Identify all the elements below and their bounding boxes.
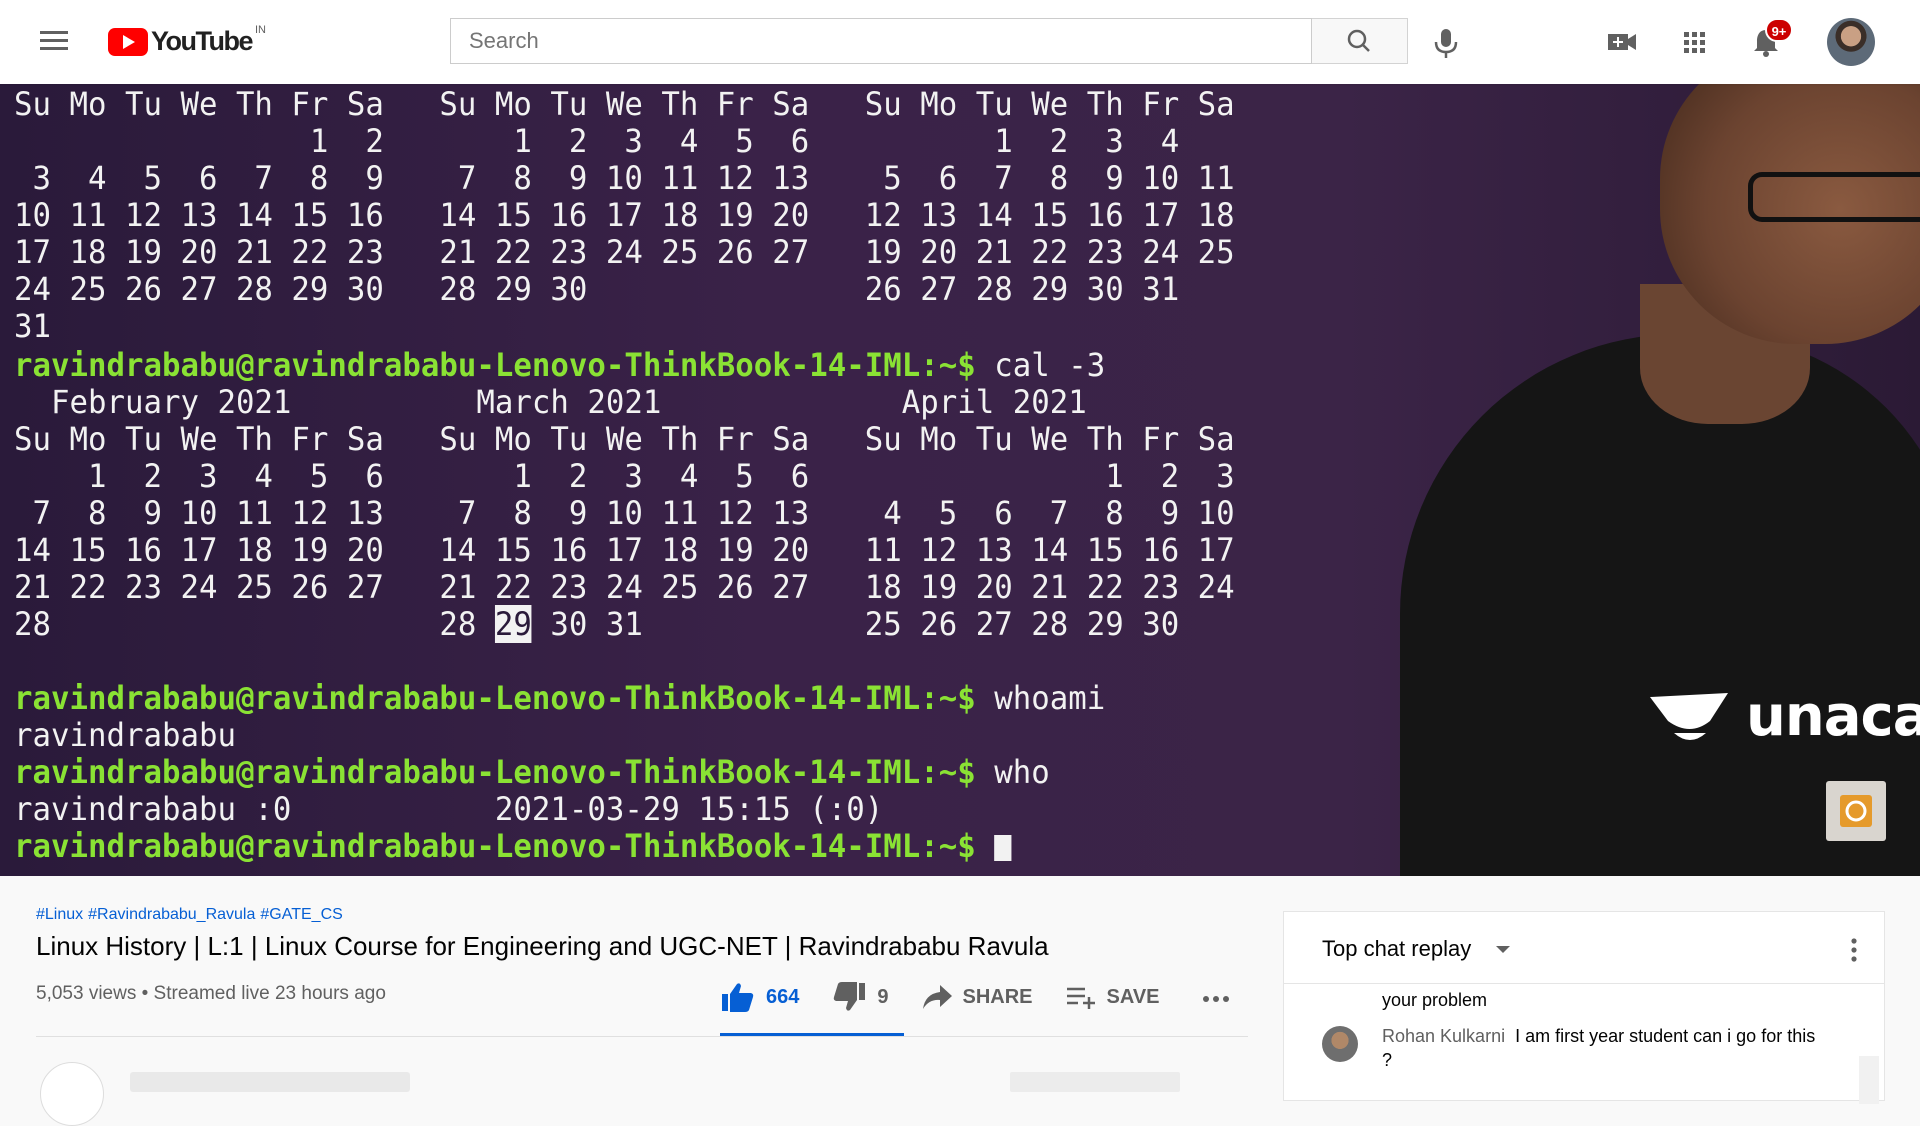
dislike-button[interactable]: 9 bbox=[831, 981, 889, 1013]
terminal-command bbox=[976, 827, 994, 865]
terminal-text: 30 31 25 26 27 28 29 30 bbox=[531, 605, 1180, 643]
chat-author-name[interactable]: Rohan Kulkarni bbox=[1382, 1026, 1505, 1046]
hashtag-link[interactable]: #Ravindrababu_Ravula bbox=[88, 906, 255, 923]
youtube-logo-icon bbox=[108, 27, 148, 56]
terminal-line: 17 18 19 20 21 22 23 21 22 23 24 25 26 2… bbox=[14, 233, 1235, 271]
chat-header: Top chat replay bbox=[1284, 912, 1884, 984]
terminal-line: 24 25 26 27 28 29 30 28 29 30 26 27 28 2… bbox=[14, 270, 1180, 308]
terminal-line: 21 22 23 24 25 26 27 21 22 23 24 25 26 2… bbox=[14, 568, 1235, 606]
terminal-line: Su Mo Tu We Th Fr Sa Su Mo Tu We Th Fr S… bbox=[14, 85, 1235, 123]
apps-icon bbox=[1684, 32, 1705, 53]
create-video-icon bbox=[1608, 34, 1636, 50]
calendar-today: 29 bbox=[494, 605, 532, 643]
watermark-icon bbox=[1840, 795, 1872, 827]
dislike-count: 9 bbox=[877, 985, 889, 1008]
action-bar: 664 9 SHARE SAVE bbox=[720, 972, 1192, 1022]
presenter-glasses bbox=[1748, 172, 1920, 222]
menu-icon[interactable] bbox=[34, 26, 74, 58]
live-chat-replay: Top chat replay your problem Rohan Kulka… bbox=[1283, 911, 1885, 1104]
terminal-text: 28 28 bbox=[14, 605, 495, 643]
subscribe-button[interactable] bbox=[1010, 1072, 1180, 1092]
create-button[interactable] bbox=[1600, 20, 1644, 64]
chat-mode-dropdown[interactable]: Top chat replay bbox=[1322, 936, 1471, 962]
channel-avatar[interactable] bbox=[40, 1062, 104, 1126]
video-player[interactable]: Su Mo Tu We Th Fr Sa Su Mo Tu We Th Fr S… bbox=[0, 84, 1920, 876]
shirt-brand-text: unacad bbox=[1746, 684, 1920, 749]
playlist-add-icon bbox=[1066, 987, 1095, 1009]
terminal-prompt: ravindrababu@ravindrababu-Lenovo-ThinkBo… bbox=[14, 753, 976, 791]
terminal-prompt: ravindrababu@ravindrababu-Lenovo-ThinkBo… bbox=[14, 827, 976, 865]
logo-text: YouTube bbox=[151, 26, 253, 56]
terminal-screen: Su Mo Tu We Th Fr Sa Su Mo Tu We Th Fr S… bbox=[14, 84, 1339, 876]
logo-country: IN bbox=[254, 23, 266, 36]
view-count: 5,053 views • Streamed live 23 hours ago bbox=[36, 983, 386, 1004]
terminal-line: 10 11 12 13 14 15 16 14 15 16 17 18 19 2… bbox=[14, 196, 1235, 234]
mic-icon bbox=[1434, 29, 1458, 58]
apps-button[interactable] bbox=[1672, 20, 1716, 64]
terminal-line: 14 15 16 17 18 19 20 14 15 16 17 18 19 2… bbox=[14, 531, 1235, 569]
terminal-line: ravindrababu@ravindrababu-Lenovo-ThinkBo… bbox=[14, 680, 1105, 717]
channel-name[interactable] bbox=[130, 1072, 410, 1092]
search-icon bbox=[1347, 29, 1370, 52]
youtube-logo[interactable]: YouTube IN bbox=[108, 23, 266, 57]
terminal-line: 1 2 1 2 3 4 5 6 1 2 3 4 bbox=[14, 122, 1180, 160]
save-button[interactable]: SAVE bbox=[1065, 983, 1160, 1011]
terminal-prompt: ravindrababu@ravindrababu-Lenovo-ThinkBo… bbox=[14, 679, 976, 717]
save-label: SAVE bbox=[1106, 985, 1160, 1008]
chat-messages[interactable]: your problem Rohan Kulkarni I am first ye… bbox=[1284, 984, 1884, 1104]
masthead: YouTube IN Search 9+ bbox=[0, 0, 1920, 84]
terminal-line: 28 28 29 30 31 25 26 27 28 29 30 bbox=[14, 605, 1180, 643]
terminal-line: 1 2 3 4 5 6 1 2 3 4 5 6 1 2 3 bbox=[14, 457, 1235, 495]
chat-message-text: Rohan Kulkarni I am first year student ca… bbox=[1382, 1024, 1822, 1072]
terminal-line: ravindrababu@ravindrababu-Lenovo-ThinkBo… bbox=[14, 347, 1105, 384]
terminal-command: whoami bbox=[975, 679, 1106, 717]
terminal-line: ravindrababu@ravindrababu-Lenovo-ThinkBo… bbox=[14, 754, 1050, 791]
terminal-line: ravindrababu :0 2021-03-29 15:15 (:0) bbox=[14, 790, 884, 828]
terminal-line: Su Mo Tu We Th Fr Sa Su Mo Tu We Th Fr S… bbox=[14, 420, 1235, 458]
terminal-line: ravindrababu@ravindrababu-Lenovo-ThinkBo… bbox=[14, 828, 1012, 865]
chat-menu-button[interactable] bbox=[1839, 932, 1869, 968]
more-actions-button[interactable] bbox=[1196, 984, 1236, 1014]
terminal-line: 31 bbox=[14, 307, 51, 345]
terminal-line: 3 4 5 6 7 8 9 7 8 9 10 11 12 13 5 6 7 8 … bbox=[14, 159, 1235, 197]
terminal-line: ravindrababu bbox=[14, 716, 236, 754]
hashtags: #Linux #Ravindrababu_Ravula #GATE_CS bbox=[36, 906, 348, 924]
share-label: SHARE bbox=[962, 985, 1033, 1008]
video-title: Linux History | L:1 | Linux Course for E… bbox=[36, 931, 1049, 961]
terminal-command: cal -3 bbox=[975, 346, 1106, 384]
terminal-line: February 2021 March 2021 April 2021 bbox=[14, 383, 1087, 421]
terminal-cursor bbox=[994, 835, 1012, 861]
hashtag-link[interactable]: #GATE_CS bbox=[260, 906, 342, 923]
terminal-line: 7 8 9 10 11 12 13 7 8 9 10 11 12 13 4 5 … bbox=[14, 494, 1235, 532]
hashtag-link[interactable]: #Linux bbox=[36, 906, 83, 923]
account-avatar[interactable] bbox=[1827, 18, 1875, 66]
more-horizontal-icon bbox=[1203, 996, 1229, 1002]
unacademy-logo-icon bbox=[1650, 692, 1728, 740]
share-icon bbox=[922, 985, 952, 1009]
share-button[interactable]: SHARE bbox=[921, 983, 1033, 1011]
mic-button[interactable] bbox=[1426, 20, 1466, 64]
notification-badge: 9+ bbox=[1765, 18, 1793, 42]
thumbs-down-icon bbox=[834, 982, 866, 1011]
divider bbox=[36, 1036, 1248, 1037]
chat-message-fragment: your problem bbox=[1382, 990, 1488, 1010]
more-vertical-icon bbox=[1851, 938, 1857, 962]
search-button[interactable] bbox=[1312, 18, 1408, 64]
search-input[interactable] bbox=[450, 18, 1312, 64]
terminal-prompt: ravindrababu@ravindrababu-Lenovo-ThinkBo… bbox=[14, 346, 976, 384]
caret-down-icon[interactable] bbox=[1496, 946, 1510, 953]
chat-author-avatar[interactable] bbox=[1322, 1026, 1358, 1062]
thumbs-up-icon bbox=[722, 983, 754, 1012]
chat-scrollbar[interactable] bbox=[1859, 1056, 1879, 1104]
like-button[interactable]: 664 bbox=[720, 981, 799, 1013]
channel-watermark[interactable] bbox=[1826, 781, 1886, 841]
like-count: 664 bbox=[766, 985, 800, 1008]
shirt-brand-logo: unacad bbox=[1650, 684, 1920, 749]
terminal-command: who bbox=[975, 753, 1050, 791]
